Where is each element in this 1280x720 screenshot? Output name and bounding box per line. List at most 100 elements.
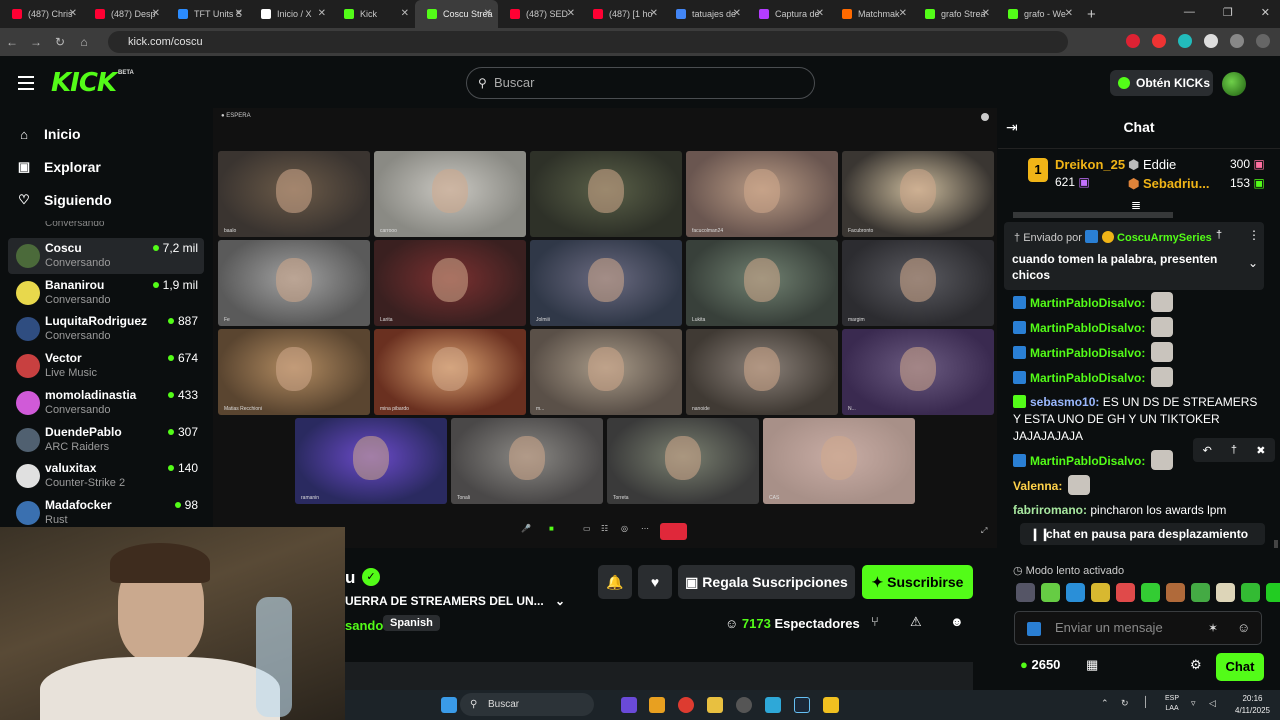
browser-tab[interactable]: Matchmak ✕ xyxy=(830,0,913,28)
url-field[interactable]: kick.com/coscu xyxy=(108,31,1068,53)
new-tab-button[interactable]: + xyxy=(1087,6,1096,23)
close-tab-icon[interactable]: ✕ xyxy=(816,8,824,19)
chat-username[interactable]: MartinPabloDisalvo: xyxy=(1030,371,1145,385)
sidebar-nav-inicio[interactable]: ⌂ Inicio xyxy=(16,126,81,142)
sidebar-channel[interactable]: Coscu Conversando 7,2 mil xyxy=(8,238,204,274)
browser-tab[interactable]: Coscu Strea ✕ xyxy=(415,0,498,28)
reply-icon[interactable]: ↶ xyxy=(1203,444,1212,457)
leaderboard-name[interactable]: ⬢ Eddie xyxy=(1128,157,1176,173)
search-input[interactable]: ⚲ Buscar xyxy=(466,67,815,99)
filter-icon[interactable]: ≣ xyxy=(1131,198,1141,212)
channel-points[interactable]: ● 2650 xyxy=(1020,657,1060,672)
chat-username[interactable]: MartinPabloDisalvo: xyxy=(1030,346,1145,360)
sidebar-channel[interactable]: LuquitaRodriguez Conversando 887 xyxy=(8,311,204,347)
minimize-icon[interactable]: — xyxy=(1184,6,1195,19)
sidebar-channel[interactable]: Madafocker Rust 98 xyxy=(8,495,204,531)
share-icon[interactable]: ⑂ xyxy=(871,614,879,629)
close-tab-icon[interactable]: ✕ xyxy=(235,8,243,19)
volume-icon[interactable]: ◁ xyxy=(1209,698,1216,709)
wifi-icon[interactable]: ▿ xyxy=(1191,698,1196,709)
close-tab-icon[interactable]: ✕ xyxy=(1065,8,1073,19)
sidebar-channel[interactable]: momoladinastia Conversando 433 xyxy=(8,385,204,421)
user-avatar[interactable] xyxy=(1222,72,1246,96)
close-tab-icon[interactable]: ✕ xyxy=(152,8,160,19)
emote-icon[interactable] xyxy=(1091,583,1110,602)
browser-tab[interactable]: (487) Desp ✕ xyxy=(83,0,166,28)
sidebar-channel[interactable]: valuxitax Counter-Strike 2 140 xyxy=(8,458,204,494)
gift-subs-button[interactable]: ▣ Regala Suscripciones xyxy=(678,565,855,599)
close-tab-icon[interactable]: ✕ xyxy=(318,8,326,19)
channel-name[interactable]: u xyxy=(345,568,355,588)
windows-start-icon[interactable] xyxy=(441,697,457,713)
close-tab-icon[interactable]: ✕ xyxy=(567,8,575,19)
emote-icon[interactable] xyxy=(1216,583,1235,602)
emote-icon[interactable] xyxy=(1066,583,1085,602)
close-tab-icon[interactable]: ✕ xyxy=(899,8,907,19)
pin-icon[interactable]: † xyxy=(1216,229,1222,241)
send-chat-button[interactable]: Chat xyxy=(1216,653,1264,681)
pin-icon[interactable]: † xyxy=(1231,444,1237,456)
chat-username[interactable]: MartinPabloDisalvo: xyxy=(1030,321,1145,335)
sidebar-nav-explorar[interactable]: ▣ Explorar xyxy=(16,159,101,175)
steam-icon[interactable] xyxy=(794,697,810,713)
chat-message-input[interactable]: Enviar un mensaje ✶ ☺ xyxy=(1014,611,1262,645)
sidebar-channel[interactable]: Vector Live Music 674 xyxy=(8,348,204,384)
browser-tab[interactable]: Kick ✕ xyxy=(332,0,415,28)
sidebar-channel[interactable]: Bananirou Conversando 1,9 mil xyxy=(8,275,204,311)
emote-icon[interactable] xyxy=(1016,583,1035,602)
forward-icon[interactable]: → xyxy=(24,35,48,49)
browser-tab[interactable]: (487) [1 ho ✕ xyxy=(581,0,664,28)
chat-username[interactable]: Valenna: xyxy=(1013,479,1062,493)
sidebar-channel[interactable]: DuendePablo ARC Raiders 307 xyxy=(8,422,204,458)
restore-icon[interactable]: ❐ xyxy=(1223,6,1233,19)
profile-icon[interactable] xyxy=(1256,34,1270,48)
delete-icon[interactable]: ✖ xyxy=(1256,444,1265,457)
leaderboard-name[interactable]: ⬢ Sebadriu... xyxy=(1128,176,1209,192)
close-tab-icon[interactable]: ✕ xyxy=(69,8,77,19)
fullscreen-icon[interactable]: ⤢ xyxy=(981,526,987,536)
chat-username[interactable]: MartinPabloDisalvo: xyxy=(1030,454,1145,468)
stream-category[interactable]: sando xyxy=(345,618,383,633)
get-kicks-button[interactable]: Obtén KICKs xyxy=(1110,70,1213,96)
emote-icon[interactable] xyxy=(1116,583,1135,602)
pinned-message[interactable]: † Enviado por CoscuArmySeries † ⋮ cuando… xyxy=(1004,222,1264,290)
folder-icon[interactable] xyxy=(707,697,723,713)
scrollbar[interactable] xyxy=(1274,540,1278,548)
emote-icon[interactable] xyxy=(1191,583,1210,602)
close-tab-icon[interactable]: ✕ xyxy=(982,8,990,19)
leaderboard-name[interactable]: Dreikon_25 xyxy=(1055,157,1125,172)
sidebar-nav-siguiendo[interactable]: ♡ Siguiendo xyxy=(16,192,112,208)
chat-paused-banner[interactable]: ❙❙ chat en pausa para desplazamiento xyxy=(1020,523,1265,545)
commands-icon[interactable]: ✶ xyxy=(1208,612,1218,644)
chat-username[interactable]: fabriromano: xyxy=(1013,503,1087,517)
chrome-icon[interactable] xyxy=(678,697,694,713)
language-indicator[interactable]: ESP LAA xyxy=(1165,694,1179,714)
chat-username[interactable]: MartinPabloDisalvo: xyxy=(1030,296,1145,310)
tray-icon[interactable]: ↻ xyxy=(1121,698,1129,709)
browser-tab[interactable]: tatuajes de ✕ xyxy=(664,0,747,28)
chat-message[interactable]: fabriromano: pincharon los awards lpm xyxy=(1013,502,1263,519)
back-icon[interactable]: ← xyxy=(0,35,24,49)
emote-icon[interactable] xyxy=(1166,583,1185,602)
subscribe-button[interactable]: ✦ Suscribirse xyxy=(862,565,973,599)
gift-icon[interactable]: ▦ xyxy=(1086,657,1098,673)
emoji-icon[interactable]: ☺ xyxy=(1237,612,1250,644)
report-icon[interactable]: ⚠ xyxy=(910,614,922,630)
menu-icon[interactable] xyxy=(18,76,34,94)
follow-button[interactable]: ♥ xyxy=(638,565,672,599)
taskbar-search[interactable]: ⚲ Buscar xyxy=(460,693,594,716)
tray-chevron-icon[interactable]: ⌃ xyxy=(1101,698,1109,709)
notify-button[interactable]: 🔔 xyxy=(598,565,632,599)
chat-message[interactable]: MartinPabloDisalvo: xyxy=(1013,367,1263,387)
discord-icon[interactable] xyxy=(621,697,637,713)
reload-icon[interactable]: ↻ xyxy=(48,35,72,49)
extension-icon[interactable] xyxy=(1126,34,1140,48)
close-tab-icon[interactable]: ✕ xyxy=(484,8,492,19)
extension-icon[interactable] xyxy=(1204,34,1218,48)
extension-icon[interactable] xyxy=(1178,34,1192,48)
chevron-down-icon[interactable]: ⌄ xyxy=(555,594,565,608)
chat-message[interactable]: Valenna: xyxy=(1013,475,1263,495)
close-tab-icon[interactable]: ✕ xyxy=(733,8,741,19)
obs-icon[interactable] xyxy=(736,697,752,713)
chat-message[interactable]: MartinPabloDisalvo: xyxy=(1013,292,1263,312)
